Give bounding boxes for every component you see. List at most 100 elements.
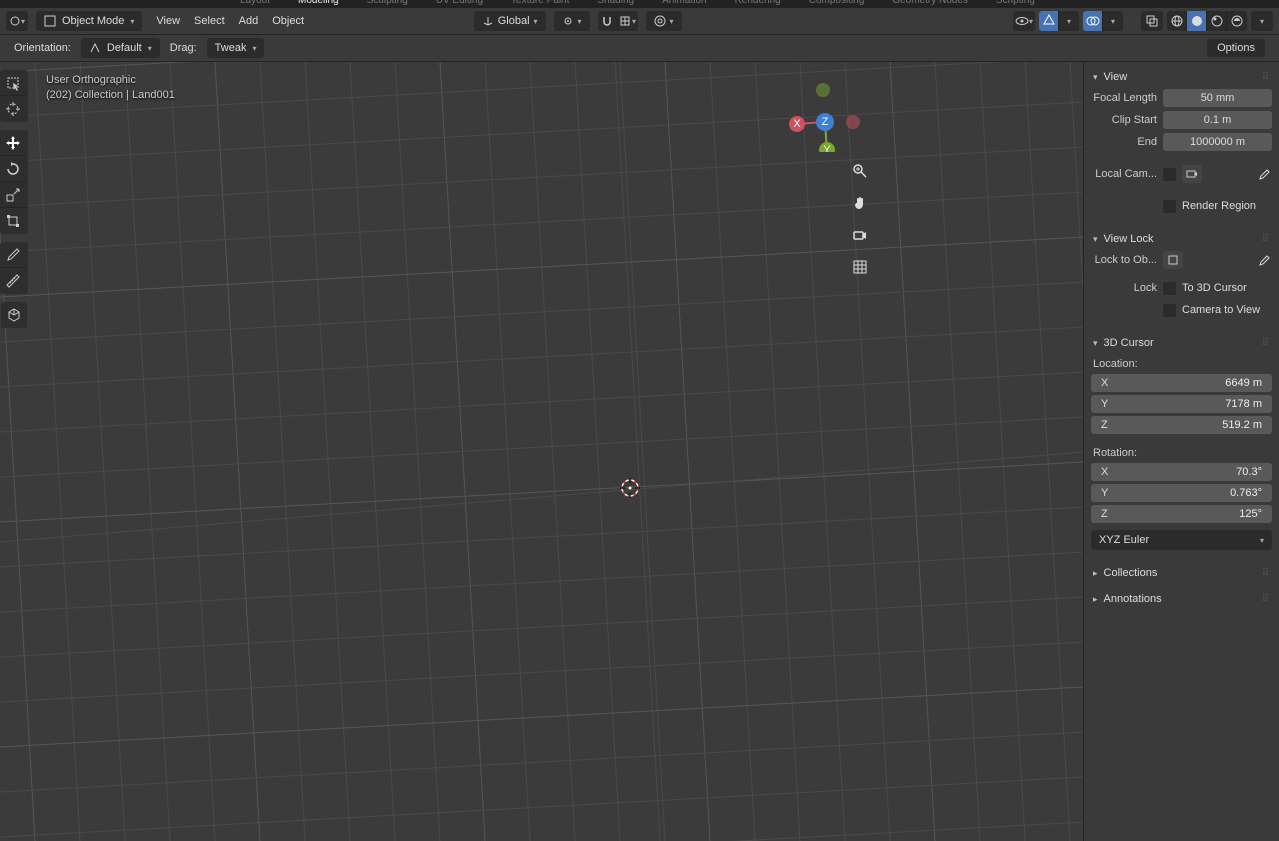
cursor-icon <box>5 101 21 117</box>
tool-rotate[interactable] <box>0 156 26 182</box>
header-menu-item[interactable]: Add <box>239 15 259 27</box>
viewport-header: ▾ Object Mode ▾ View Select Add Object Glob… <box>0 8 1279 35</box>
camera-icon <box>852 227 868 243</box>
pivot-dropdown[interactable]: ▾ <box>554 11 590 31</box>
eyedropper-button[interactable] <box>1254 165 1272 183</box>
lock-object-picker[interactable] <box>1163 251 1183 269</box>
xray-icon <box>1145 14 1159 28</box>
proportional-icon <box>654 15 666 27</box>
workspace-tab[interactable]: Shading <box>597 0 634 6</box>
workspace-tab[interactable]: Modeling <box>298 0 339 6</box>
workspace-tab[interactable]: Geometry Nodes <box>892 0 968 6</box>
drag-value: Tweak <box>215 42 247 54</box>
header-menu-item[interactable]: Object <box>272 15 304 27</box>
cursor-rotation-y[interactable]: Y0.763° <box>1091 484 1272 502</box>
mode-dropdown[interactable]: Object Mode ▾ <box>36 11 142 31</box>
cursor-rotation-z[interactable]: Z125° <box>1091 505 1272 523</box>
material-icon <box>1211 15 1223 27</box>
workspace-tab[interactable]: Layout <box>240 0 270 6</box>
workspace-tab[interactable]: UV Editing <box>436 0 483 6</box>
drag-dropdown[interactable]: Tweak ▾ <box>207 38 265 58</box>
workspace-tab[interactable]: Rendering <box>735 0 781 6</box>
3d-cursor-gizmo <box>630 488 642 500</box>
cursor-location-y[interactable]: Y7178 m <box>1091 395 1272 413</box>
cursor-location-x[interactable]: X6649 m <box>1091 374 1272 392</box>
clip-end-field[interactable]: 1000000 m <box>1163 133 1272 151</box>
select-box-icon <box>5 75 21 91</box>
editor-type-button[interactable]: ▾ <box>6 11 28 31</box>
axis-icon <box>482 15 494 27</box>
tool-add-primitive[interactable] <box>1 302 27 328</box>
nav-gizmo[interactable]: X Z Y <box>785 72 865 152</box>
render-region-checkbox[interactable] <box>1163 200 1176 213</box>
overlay-icon <box>1086 14 1100 28</box>
sidebar-panel: ▾View⠿ Focal Length50 mm Clip Start0.1 m… <box>1083 62 1279 841</box>
xray-button[interactable] <box>1141 11 1163 31</box>
tool-settings-bar: Orientation: Default ▾ Drag: Tweak ▾ Opt… <box>0 35 1279 62</box>
workspace-tab[interactable]: Sculpting <box>367 0 408 6</box>
shading-material[interactable] <box>1207 11 1227 31</box>
tool-transform[interactable] <box>0 208 26 234</box>
workspace-tab[interactable]: Compositing <box>809 0 865 6</box>
header-menu-item[interactable]: View <box>156 15 180 27</box>
lock-label: Lock <box>1091 282 1157 294</box>
workspace-tab[interactable]: Animation <box>662 0 706 6</box>
gizmo-dropdown[interactable]: ▾ <box>1059 11 1079 31</box>
viewport-3d[interactable]: User Orthographic (202) Collection | Lan… <box>0 62 1083 841</box>
workspace-tab[interactable]: Texture Paint <box>511 0 569 6</box>
cursor-rotation-x[interactable]: X70.3° <box>1091 463 1272 481</box>
eyedropper-icon <box>1256 253 1270 267</box>
header-menu-item[interactable]: Select <box>194 15 225 27</box>
orientation-dropdown[interactable]: Default ▾ <box>81 38 160 58</box>
svg-text:Z: Z <box>822 116 829 128</box>
clip-start-label: Clip Start <box>1091 114 1157 126</box>
tool-move[interactable] <box>0 130 26 156</box>
zoom-button[interactable] <box>847 158 873 184</box>
shading-options[interactable]: ▾ <box>1251 11 1273 31</box>
camera-picker-icon[interactable] <box>1182 165 1202 183</box>
local-camera-checkbox[interactable] <box>1163 168 1176 181</box>
visibility-button[interactable]: ▾ <box>1013 11 1035 31</box>
transform-orientation-dropdown[interactable]: Global ▾ <box>474 11 546 31</box>
lock-3d-cursor-checkbox[interactable] <box>1163 282 1176 295</box>
snap-toggle[interactable]: ▾ <box>598 11 638 31</box>
tool-select-box[interactable] <box>0 70 26 96</box>
clip-start-field[interactable]: 0.1 m <box>1163 111 1272 129</box>
section-viewlock-header[interactable]: ▾View Lock⠿ <box>1087 227 1276 250</box>
rotation-mode-dropdown[interactable]: XYZ Euler▾ <box>1091 530 1272 550</box>
section-annotations-header[interactable]: ▸Annotations⠿ <box>1087 587 1276 610</box>
focal-length-field[interactable]: 50 mm <box>1163 89 1272 107</box>
pan-button[interactable] <box>847 190 873 216</box>
solid-icon <box>1191 15 1203 27</box>
section-view-header[interactable]: ▾View⠿ <box>1087 65 1276 88</box>
show-gizmo-button[interactable] <box>1039 11 1059 31</box>
tool-annotate[interactable] <box>0 242 26 268</box>
gizmo-icon <box>1042 14 1056 28</box>
section-3dcursor-header[interactable]: ▾3D Cursor⠿ <box>1087 331 1276 354</box>
workspace-tab[interactable]: Scripting <box>996 0 1035 6</box>
section-collections-title: Collections <box>1104 567 1158 579</box>
orientation-label: Orientation: <box>14 42 71 54</box>
rotation-label: Rotation: <box>1091 443 1272 461</box>
overlay-dropdown[interactable]: ▾ <box>1103 11 1123 31</box>
options-button[interactable]: Options <box>1207 39 1265 57</box>
perspective-button[interactable] <box>847 254 873 280</box>
cursor-location-z[interactable]: Z519.2 m <box>1091 416 1272 434</box>
camera-to-view-checkbox[interactable] <box>1163 304 1176 317</box>
shading-wireframe[interactable] <box>1167 11 1187 31</box>
tool-measure[interactable] <box>0 268 26 294</box>
mode-label: Object Mode <box>62 15 124 27</box>
shading-rendered[interactable] <box>1227 11 1247 31</box>
camera-view-button[interactable] <box>847 222 873 248</box>
tool-cursor[interactable] <box>0 96 26 122</box>
viewport-overlay-text: User Orthographic (202) Collection | Lan… <box>46 74 175 101</box>
tool-scale[interactable] <box>0 182 26 208</box>
active-object-label: (202) Collection | Land001 <box>46 89 175 101</box>
measure-icon <box>5 273 21 289</box>
show-overlays-button[interactable] <box>1083 11 1103 31</box>
shading-solid[interactable] <box>1187 11 1207 31</box>
section-collections-header[interactable]: ▸Collections⠿ <box>1087 561 1276 584</box>
eyedropper-button-2[interactable] <box>1254 251 1272 269</box>
rendered-icon <box>1231 15 1243 27</box>
proportional-edit-dropdown[interactable]: ▾ <box>646 11 682 31</box>
